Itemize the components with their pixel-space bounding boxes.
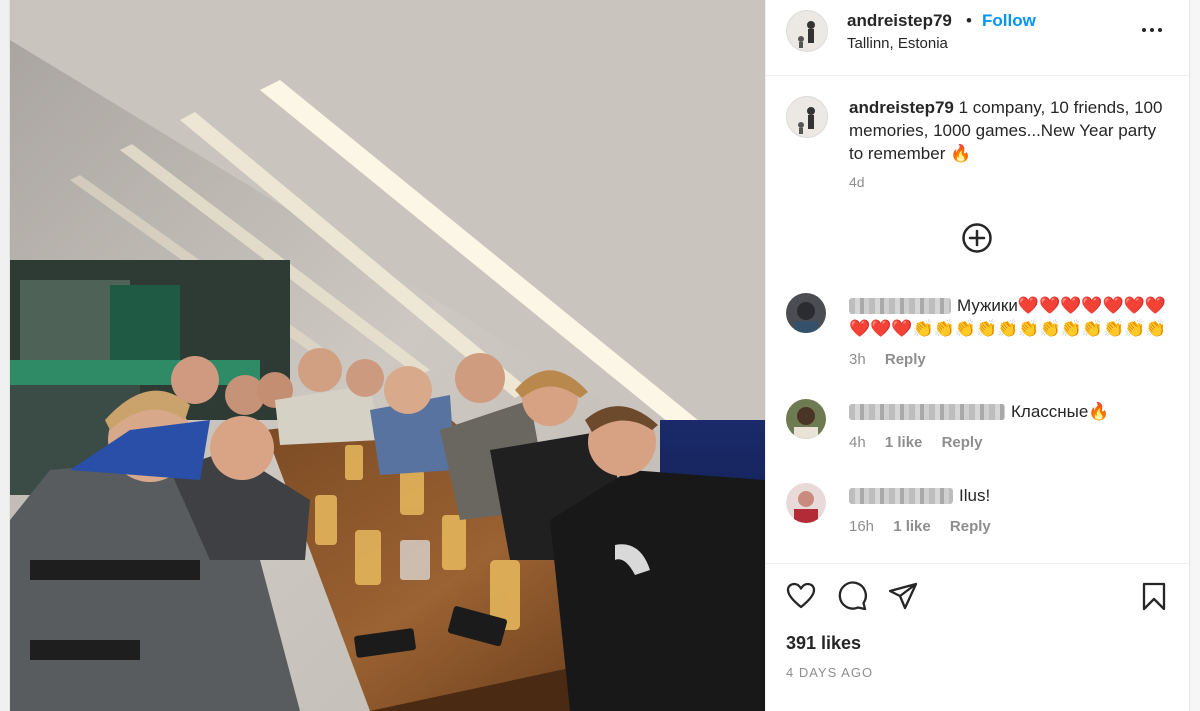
post-date[interactable]: 4 DAYS AGO bbox=[786, 665, 873, 680]
comment-text: Мужики❤️❤️❤️❤️❤️❤️❤️❤️❤️❤️👏👏👏👏👏👏👏👏👏👏👏👏 bbox=[849, 296, 1167, 338]
comment-meta: 4h 1 like Reply bbox=[849, 434, 997, 451]
commenter-avatar[interactable] bbox=[786, 293, 826, 333]
comment-text: Классные🔥 bbox=[1011, 402, 1110, 421]
comment-time[interactable]: 4h bbox=[849, 434, 866, 451]
bookmark-icon[interactable] bbox=[1138, 580, 1170, 612]
post-header: andreistep79 • Follow Tallinn, Estonia bbox=[766, 0, 1190, 76]
comment-text: Ilus! bbox=[959, 486, 991, 505]
caption-author-avatar[interactable] bbox=[786, 96, 828, 138]
post-caption: andreistep79 1 company, 10 friends, 100 … bbox=[849, 96, 1169, 165]
plus-circle-icon[interactable] bbox=[961, 222, 993, 254]
comment-likes[interactable]: 1 like bbox=[885, 434, 923, 451]
left-gutter bbox=[0, 0, 10, 711]
likes-count[interactable]: 391 likes bbox=[786, 633, 861, 654]
reply-button[interactable]: Reply bbox=[942, 434, 983, 451]
comment-meta: 3h Reply bbox=[849, 351, 941, 368]
follow-button[interactable]: Follow bbox=[982, 11, 1036, 31]
send-icon[interactable] bbox=[887, 580, 919, 612]
comment-time[interactable]: 3h bbox=[849, 351, 866, 368]
avatar-image bbox=[787, 97, 827, 137]
commenter-avatar[interactable] bbox=[786, 399, 826, 439]
post-location[interactable]: Tallinn, Estonia bbox=[847, 35, 948, 52]
comment-likes[interactable]: 1 like bbox=[893, 518, 931, 535]
photo-illustration bbox=[10, 0, 765, 711]
comment-icon[interactable] bbox=[836, 580, 868, 612]
caption-username[interactable]: andreistep79 bbox=[849, 98, 954, 117]
heart-icon[interactable] bbox=[785, 580, 817, 612]
post-photo[interactable] bbox=[10, 0, 765, 711]
commenter-username-blurred[interactable] bbox=[849, 488, 953, 504]
post-details-panel: andreistep79 • Follow Tallinn, Estonia a… bbox=[765, 0, 1190, 711]
comment-time[interactable]: 16h bbox=[849, 518, 874, 535]
caption-timestamp[interactable]: 4d bbox=[849, 174, 865, 190]
reply-button[interactable]: Reply bbox=[950, 518, 991, 535]
right-edge bbox=[1189, 0, 1200, 711]
more-options-icon[interactable] bbox=[1140, 18, 1164, 42]
separator-dot: • bbox=[966, 11, 972, 30]
comment-meta: 16h 1 like Reply bbox=[849, 518, 1006, 535]
author-avatar[interactable] bbox=[786, 10, 828, 52]
divider bbox=[766, 563, 1190, 564]
reply-button[interactable]: Reply bbox=[885, 351, 926, 368]
commenter-avatar[interactable] bbox=[786, 483, 826, 523]
author-username[interactable]: andreistep79 bbox=[847, 11, 952, 31]
commenter-username-blurred[interactable] bbox=[849, 404, 1005, 420]
avatar-image bbox=[787, 11, 827, 51]
